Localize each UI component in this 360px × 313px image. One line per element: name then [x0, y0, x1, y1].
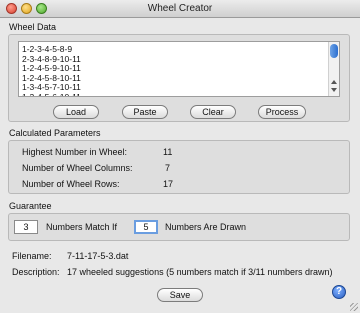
description-label: Description:: [12, 267, 60, 277]
drawn-count-input[interactable]: 5: [134, 220, 158, 234]
scroll-thumb[interactable]: [330, 44, 338, 58]
highest-number-value: 11: [163, 147, 173, 157]
list-scrollbar[interactable]: [328, 42, 339, 96]
process-button[interactable]: Process: [258, 105, 306, 119]
description-value: 17 wheeled suggestions (5 numbers match …: [67, 267, 333, 277]
wheel-rows-value: 17: [163, 179, 174, 189]
load-button[interactable]: Load: [53, 105, 99, 119]
highest-number-label: Highest Number in Wheel:: [22, 147, 128, 157]
numbers-drawn-label: Numbers Are Drawn: [165, 222, 247, 232]
help-icon[interactable]: ?: [332, 285, 346, 299]
paste-button[interactable]: Paste: [122, 105, 168, 119]
wheel-columns-label: Number of Wheel Columns:: [22, 163, 133, 173]
scroll-down-arrow-icon[interactable]: [331, 88, 337, 92]
save-button[interactable]: Save: [157, 288, 203, 302]
resize-grip-icon[interactable]: [350, 303, 358, 311]
numbers-match-label: Numbers Match If: [46, 222, 118, 232]
match-count-input[interactable]: 3: [14, 220, 38, 234]
scroll-up-arrow-icon[interactable]: [331, 80, 337, 84]
wheel-rows-label: Number of Wheel Rows:: [22, 179, 120, 189]
wheel-data-list[interactable]: 1-2-3-4-5-8-9 2-3-4-8-9-10-11 1-2-4-5-9-…: [18, 41, 340, 97]
wheel-data-label: Wheel Data: [9, 22, 57, 32]
calculated-parameters-label: Calculated Parameters: [9, 128, 101, 138]
wheel-data-rows: 1-2-3-4-5-8-9 2-3-4-8-9-10-11 1-2-4-5-9-…: [22, 44, 81, 96]
window-title: Wheel Creator: [147, 3, 213, 14]
filename-label: Filename:: [12, 251, 52, 261]
title-bar: Wheel Creator: [0, 0, 360, 18]
filename-value: 7-11-17-5-3.dat: [67, 251, 129, 261]
list-item[interactable]: 1-3-4-5-6-10-11: [22, 92, 81, 96]
guarantee-label: Guarantee: [9, 201, 52, 211]
clear-button[interactable]: Clear: [190, 105, 236, 119]
wheel-columns-value: 7: [165, 163, 171, 173]
